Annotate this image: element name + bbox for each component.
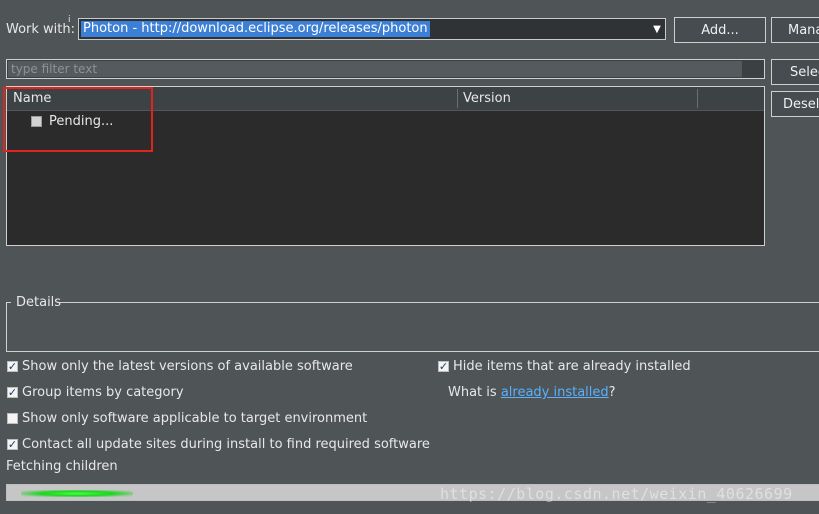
tree-header: Name Version xyxy=(7,87,764,111)
latest-versions-checkbox[interactable]: ✓ xyxy=(7,361,18,372)
deselect-all-button[interactable]: Deselect All xyxy=(771,91,819,117)
deselect-all-label: Deselect All xyxy=(783,96,819,112)
group-by-category-option[interactable]: ✓ Group items by category xyxy=(7,385,184,400)
hide-installed-option[interactable]: ✓ Hide items that are already installed xyxy=(438,359,691,374)
what-is-installed-text: What is already installed? xyxy=(448,385,616,400)
group-by-category-label: Group items by category xyxy=(22,385,184,400)
tree-row-label: Pending... xyxy=(49,114,114,129)
filter-input[interactable] xyxy=(8,61,742,77)
hide-installed-label: Hide items that are already installed xyxy=(453,359,691,374)
what-is-suffix: ? xyxy=(608,385,616,400)
column-header-version[interactable]: Version xyxy=(463,91,511,106)
details-panel xyxy=(6,302,819,352)
target-environment-option[interactable]: Show only software applicable to target … xyxy=(7,411,367,426)
info-icon: i xyxy=(68,15,71,25)
group-by-category-checkbox[interactable]: ✓ xyxy=(7,387,18,398)
target-environment-label: Show only software applicable to target … xyxy=(22,411,368,426)
pending-checkbox[interactable] xyxy=(31,116,42,127)
available-software-tree[interactable]: Name Version Pending... xyxy=(6,86,765,246)
what-is-prefix: What is xyxy=(448,385,501,400)
add-button-label: Add... xyxy=(701,22,739,38)
status-text: Fetching children xyxy=(6,459,118,474)
select-all-button[interactable]: Select All xyxy=(771,59,819,85)
hide-installed-checkbox[interactable]: ✓ xyxy=(438,361,449,372)
latest-versions-label: Show only the latest versions of availab… xyxy=(22,359,353,374)
contact-all-sites-option[interactable]: ✓ Contact all update sites during instal… xyxy=(7,437,430,452)
tree-row[interactable]: Pending... xyxy=(31,114,113,129)
contact-all-sites-label: Contact all update sites during install … xyxy=(22,437,430,452)
chevron-down-icon[interactable]: ▼ xyxy=(649,19,665,39)
column-header-name[interactable]: Name xyxy=(13,91,51,106)
work-with-selected-text: Photon - http://download.eclipse.org/rel… xyxy=(81,21,430,37)
details-label: Details xyxy=(16,295,62,310)
filter-field[interactable] xyxy=(6,59,765,79)
select-all-label: Select All xyxy=(790,64,819,80)
column-divider[interactable] xyxy=(697,89,698,108)
progress-indicator xyxy=(21,490,133,497)
add-button[interactable]: Add... xyxy=(674,17,766,43)
already-installed-link[interactable]: already installed xyxy=(501,385,609,400)
column-divider[interactable] xyxy=(457,89,458,108)
work-with-combo[interactable]: Photon - http://download.eclipse.org/rel… xyxy=(78,18,666,40)
contact-all-sites-checkbox[interactable]: ✓ xyxy=(7,439,18,450)
latest-versions-option[interactable]: ✓ Show only the latest versions of avail… xyxy=(7,359,353,374)
manage-button-label: Manage... xyxy=(788,22,819,38)
target-environment-checkbox[interactable] xyxy=(7,413,18,424)
watermark: https://blog.csdn.net/weixin_40626699 xyxy=(440,485,793,503)
manage-button[interactable]: Manage... xyxy=(771,17,819,43)
work-with-label: Work with: xyxy=(6,22,76,37)
